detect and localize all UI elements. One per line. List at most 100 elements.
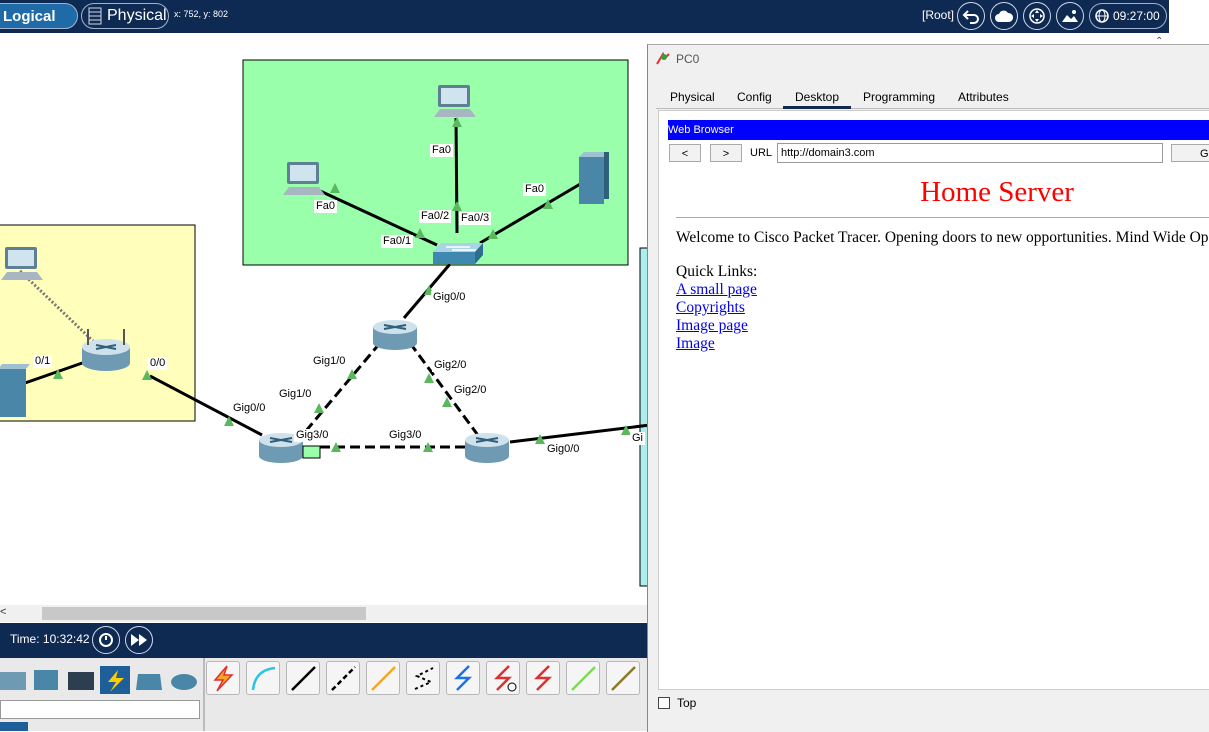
quick-links-label: Quick Links: [676, 263, 758, 280]
link-copyrights[interactable]: Copyrights [676, 299, 745, 317]
pc-left-icon [283, 162, 325, 195]
active-tab-indicator [783, 106, 851, 109]
top-checkbox-label: Top [677, 696, 697, 710]
cloud-button[interactable] [990, 2, 1018, 30]
switch-icon [433, 243, 483, 264]
rack-icon [88, 7, 102, 25]
router-r1-icon [373, 320, 417, 350]
toolbox-divider [203, 658, 205, 731]
tab-bar-divider [656, 108, 1209, 109]
undo-arrow-icon [962, 10, 979, 24]
port-label: Fa0/3 [459, 212, 492, 225]
move-icon [1029, 8, 1045, 24]
server-left-icon [0, 364, 30, 417]
port-label: Gig3/0 [294, 429, 331, 442]
top-checkbox[interactable] [658, 697, 670, 709]
fast-forward-icon [131, 634, 147, 646]
scroll-left-icon[interactable]: < [0, 606, 6, 618]
tab-programming[interactable]: Programming [863, 90, 935, 104]
window-title: PC0 [676, 52, 700, 66]
page-divider [676, 217, 1209, 218]
straight-cable-icon [291, 666, 316, 691]
pc-wireless-icon [1, 247, 43, 280]
server-icon [579, 152, 609, 204]
web-browser-titlebar: Web Browser [668, 120, 1209, 140]
cloud-icon [995, 10, 1014, 22]
collapse-chevron-icon[interactable]: ⌃ [1155, 36, 1163, 47]
port-label: Fa0/1 [381, 235, 414, 248]
serial-dce-tool[interactable] [486, 661, 520, 695]
port-label: 0/0 [148, 357, 168, 370]
port-label: Gig1/0 [277, 388, 314, 401]
port-label: Fa0/2 [419, 210, 452, 223]
octal-cable-tool[interactable] [566, 661, 600, 695]
port-label: Gig0/0 [231, 402, 268, 415]
iot-cable-icon [611, 666, 636, 691]
cyan-zone [639, 247, 647, 587]
port-label: Gig2/0 [452, 384, 489, 397]
reset-time-button[interactable] [92, 626, 120, 654]
packet-tracer-logo-icon [655, 51, 671, 71]
device-categories-icons [0, 666, 197, 694]
serial-dce-icon [493, 665, 517, 692]
physical-label: Physical [107, 7, 167, 24]
coaxial-cable-icon [453, 665, 473, 691]
port-label: Gig2/0 [432, 359, 469, 372]
link-image[interactable]: Image [676, 335, 715, 353]
port-label: Gig3/0 [387, 429, 424, 442]
console-cable-tool[interactable] [246, 661, 280, 695]
auto-connection-tool[interactable] [206, 661, 240, 695]
fiber-tool[interactable] [366, 661, 400, 695]
coaxial-tool[interactable] [446, 661, 480, 695]
back-button[interactable] [957, 2, 985, 30]
tab-config[interactable]: Config [737, 90, 772, 104]
physical-view-button[interactable]: Physical [81, 3, 169, 29]
logical-view-button[interactable]: Logical [0, 3, 78, 29]
page-heading: Home Server [920, 176, 1074, 208]
topology-canvas [0, 59, 647, 587]
router-r3-icon [465, 433, 509, 463]
port-label: Gig0/0 [545, 443, 582, 456]
clock-display: 09:27:00 [1089, 3, 1167, 29]
straight-through-tool[interactable] [286, 661, 320, 695]
serial-dte-tool[interactable] [526, 661, 560, 695]
console-cable-icon [251, 666, 276, 691]
port-label: Fa0 [314, 200, 337, 213]
move-button[interactable] [1023, 2, 1051, 30]
fiber-cable-icon [371, 666, 396, 691]
port-label: Gi [630, 432, 645, 445]
background-image-button[interactable] [1056, 2, 1084, 30]
tab-attributes[interactable]: Attributes [958, 90, 1009, 104]
port-label: Fa0 [523, 183, 546, 196]
logical-label: Logical [3, 7, 56, 25]
selected-device-thumb[interactable] [0, 722, 28, 731]
url-input[interactable] [777, 143, 1163, 163]
link-image-page[interactable]: Image page [676, 317, 748, 335]
tab-desktop[interactable]: Desktop [795, 90, 839, 104]
device-search-field[interactable] [0, 700, 200, 719]
physical-workspace[interactable]: Fa0 Fa0 Fa0 Fa0/2 Fa0/3 Fa0/1 Gig0/0 Gig… [0, 33, 647, 623]
port-label: Fa0 [430, 144, 453, 157]
link-small-page[interactable]: A small page [676, 281, 757, 299]
phone-cable-tool[interactable] [406, 661, 440, 695]
reset-clock-icon [99, 633, 113, 647]
octal-cable-icon [571, 666, 596, 691]
browser-forward-button[interactable]: > [710, 144, 742, 162]
phone-cable-icon [414, 667, 434, 690]
fast-forward-button[interactable] [125, 626, 153, 654]
port-label: Gig1/0 [311, 355, 348, 368]
root-label: [Root] [922, 8, 955, 22]
scrollbar-thumb[interactable] [42, 607, 366, 620]
tab-physical[interactable]: Physical [670, 90, 715, 104]
browser-back-button[interactable]: < [669, 144, 701, 162]
port-label: Gig0/0 [431, 291, 468, 304]
pc-top-icon [434, 85, 476, 117]
crossover-tool[interactable] [326, 661, 360, 695]
go-button[interactable]: Go [1171, 144, 1209, 162]
coordinate-readout: x: 752, y: 802 [174, 9, 229, 19]
port-label: 0/1 [33, 355, 53, 368]
clock-time: 09:27:00 [1113, 9, 1160, 23]
iot-cable-tool[interactable] [606, 661, 640, 695]
device-category-bar [0, 666, 200, 694]
simulation-time: Time: 10:32:42 [10, 632, 90, 646]
